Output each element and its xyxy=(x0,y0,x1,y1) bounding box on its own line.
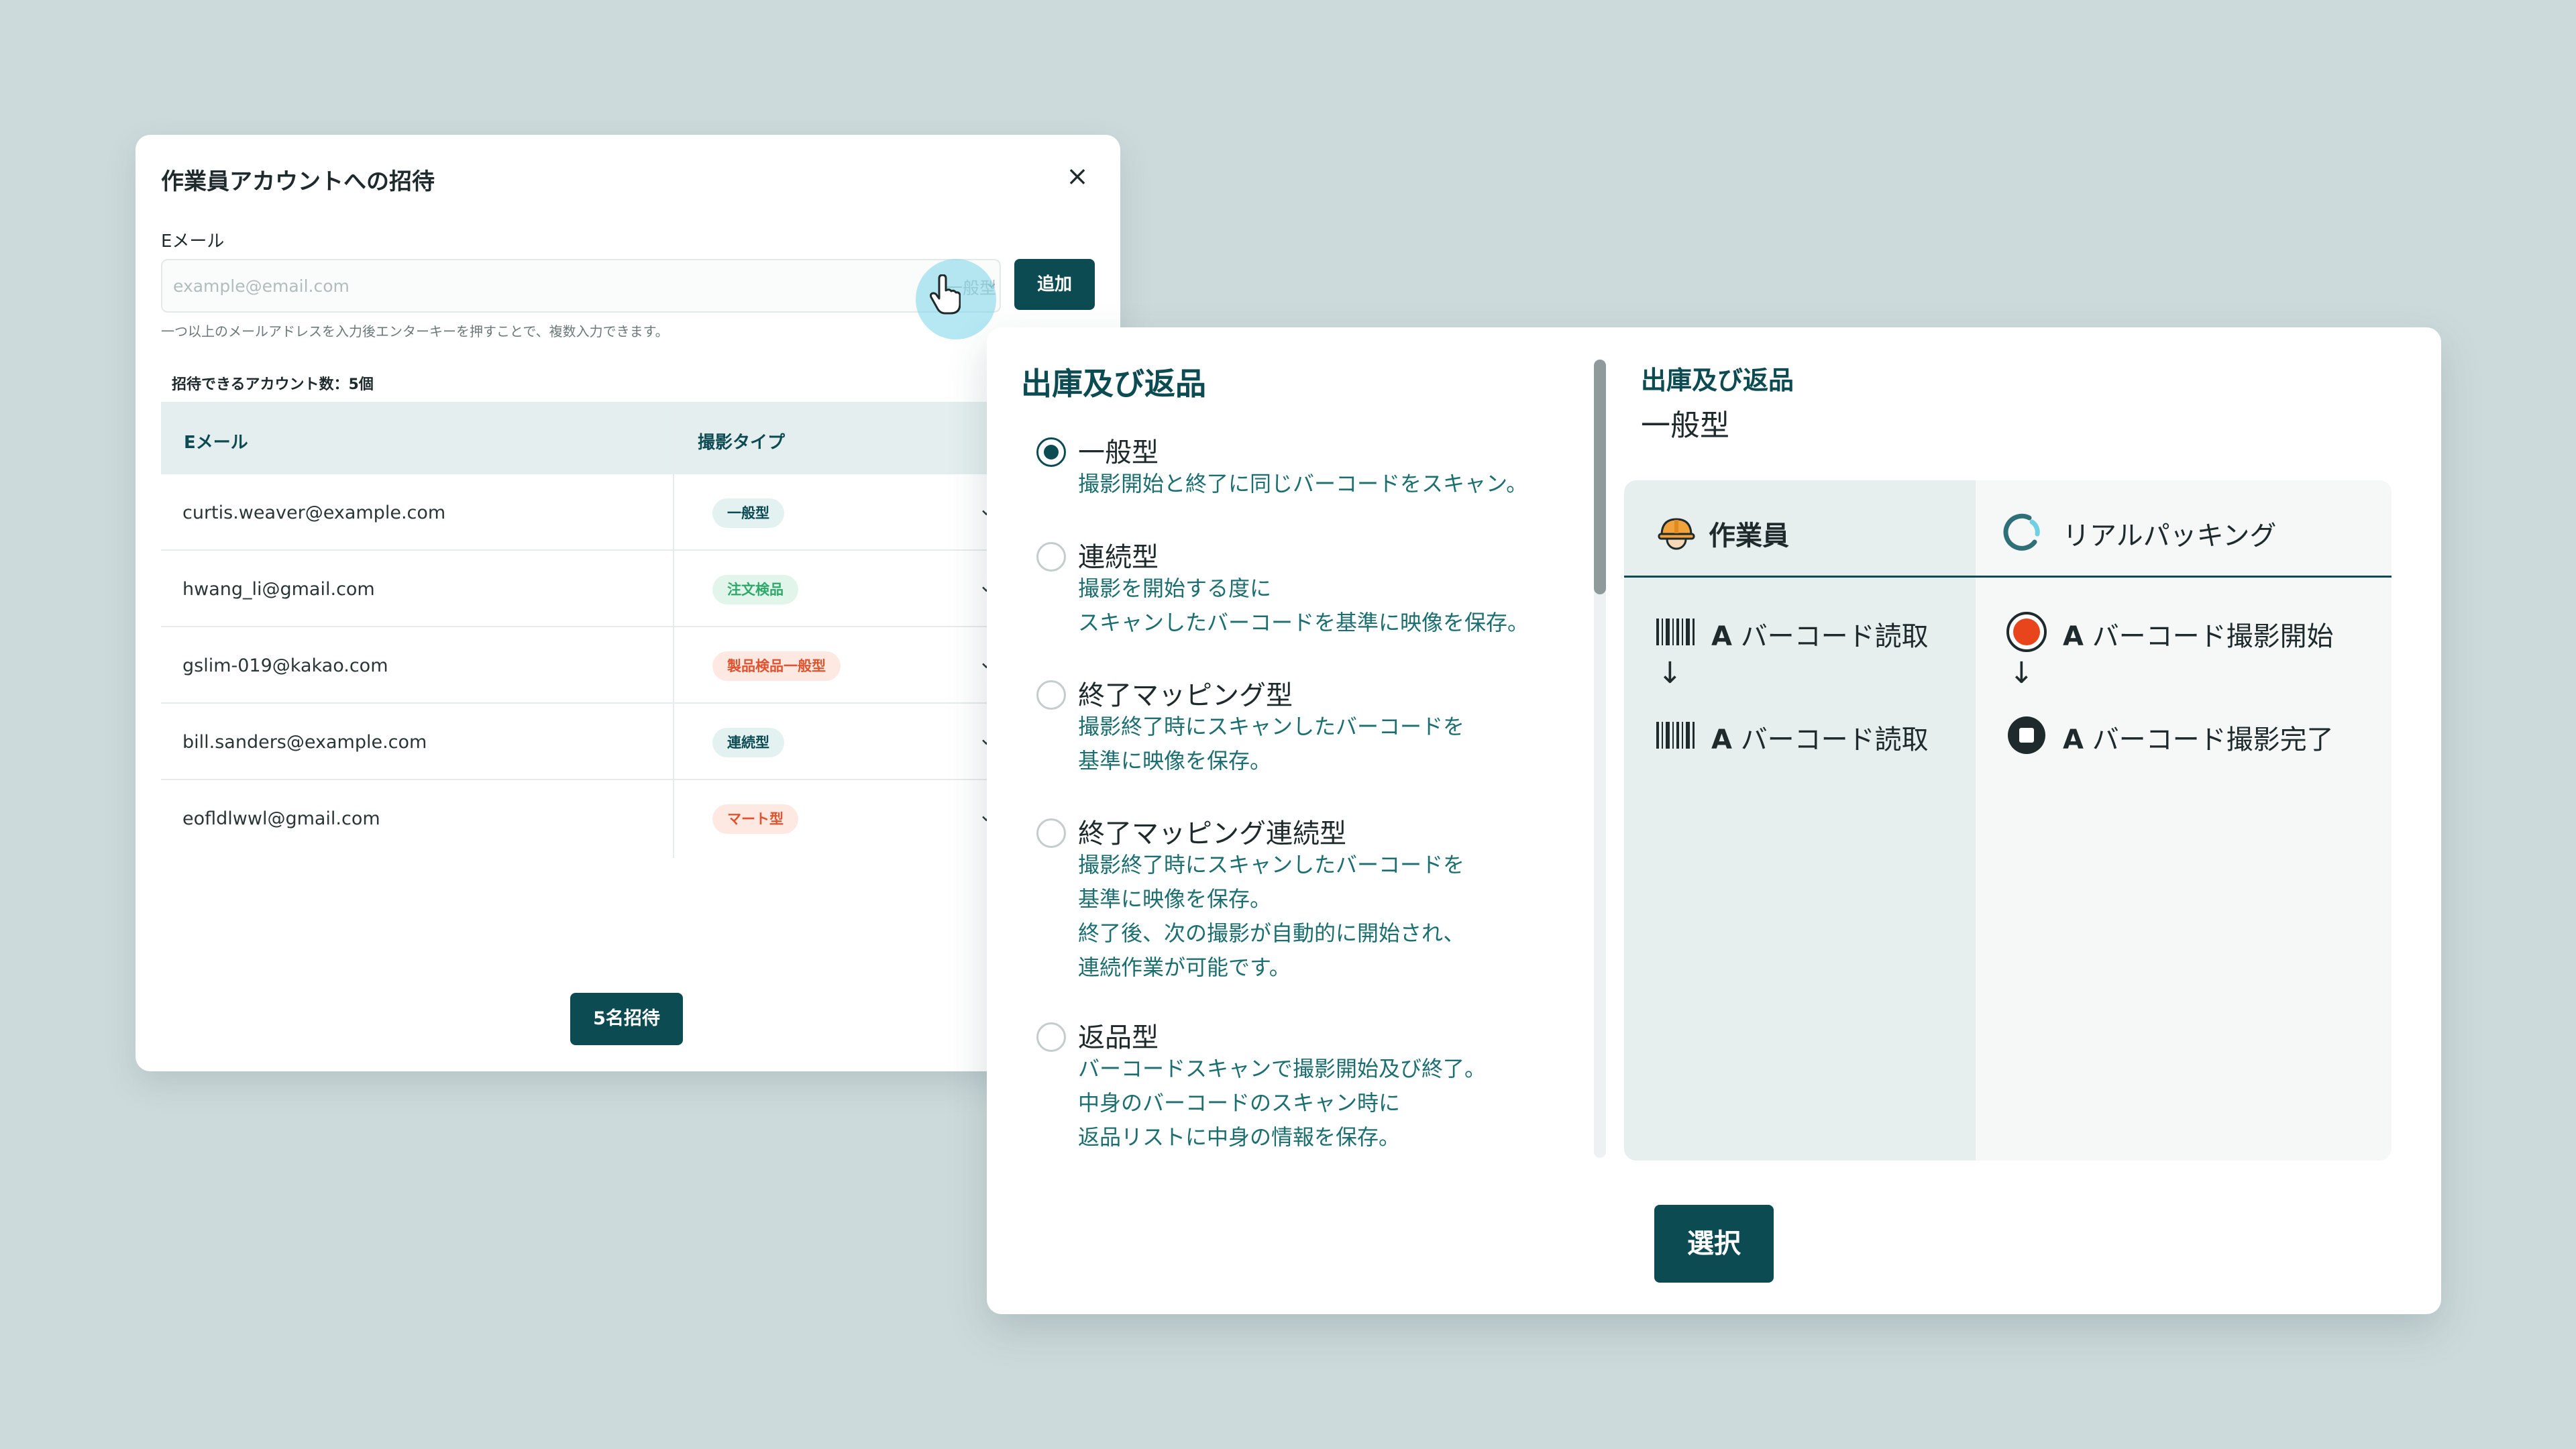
arrow-down-icon: ↓ xyxy=(2009,656,2034,690)
option-name: 終了マッピング型 xyxy=(1078,680,1293,711)
preview-group: 出庫及び返品 xyxy=(1641,366,1794,395)
column-header-email: Eメール xyxy=(184,433,248,453)
row-email: curtis.weaver@example.com xyxy=(182,502,446,523)
realpacking-step-2: A バーコード撮影完了 xyxy=(2063,724,2334,755)
help-text: 一つ以上のメールアドレスを入力後エンターキーを押すことで、複数入力できます。 xyxy=(161,323,669,339)
account-count: 招待できるアカウント数：5個 xyxy=(172,376,374,393)
barcode-icon xyxy=(1656,619,1695,645)
row-email: hwang_li@gmail.com xyxy=(182,579,375,600)
option-description: バーコードスキャンで撮影開始及び終了。 中身のバーコードのスキャン時に 返品リス… xyxy=(1078,1056,1487,1150)
table-row: hwang_li@gmail.com 注文検品 ⌄ xyxy=(161,551,1008,627)
radio-button[interactable] xyxy=(1036,680,1066,710)
option-name: 一般型 xyxy=(1078,437,1159,468)
row-email: eofldlwwl@gmail.com xyxy=(182,808,380,829)
add-button[interactable]: 追加 xyxy=(1014,259,1095,310)
arrow-down-icon: ↓ xyxy=(1658,656,1682,690)
type-badge[interactable]: 連続型 xyxy=(712,728,784,757)
email-input[interactable]: example@email.com 一般型 ⌄ xyxy=(161,259,1001,313)
column-header-type: 撮影タイプ xyxy=(698,433,786,453)
option-description: 撮影終了時にスキャンしたバーコードを 基準に映像を保存。 終了後、次の撮影が自動… xyxy=(1078,852,1465,980)
radio-button[interactable] xyxy=(1036,437,1066,467)
table-row: bill.sanders@example.com 連続型 ⌄ xyxy=(161,704,1008,780)
row-email: gslim-019@kakao.com xyxy=(182,655,388,676)
option-name: 返品型 xyxy=(1078,1022,1159,1053)
select-button[interactable]: 選択 xyxy=(1654,1205,1774,1283)
table-row: curtis.weaver@example.com 一般型 ⌄ xyxy=(161,474,1008,551)
realpacking-label: リアルパッキング xyxy=(2063,521,2277,551)
shooting-type-dialog: 出庫及び返品 一般型 撮影開始と終了に同じバーコードをスキャン。 連続型 撮影を… xyxy=(987,327,2441,1314)
record-start-icon xyxy=(2006,612,2047,652)
invite-dialog: 作業員アカウントへの招待 × Eメール example@email.com 一般… xyxy=(136,135,1120,1071)
record-stop-icon xyxy=(2008,716,2045,754)
option-description: 撮影開始と終了に同じバーコードをスキャン。 xyxy=(1078,471,1528,496)
email-placeholder: example@email.com xyxy=(173,276,350,296)
worker-step-2: A バーコード読取 xyxy=(1711,724,1929,755)
header-divider xyxy=(1624,576,2392,578)
option-name: 終了マッピング連続型 xyxy=(1078,818,1346,849)
worker-helmet-icon xyxy=(1658,518,1695,550)
realpacking-step-1: A バーコード撮影開始 xyxy=(2063,621,2334,652)
type-badge[interactable]: マート型 xyxy=(712,804,798,834)
option-description: 撮影を開始する度に スキャンしたバーコードを基準に映像を保存。 xyxy=(1078,576,1529,635)
option-description: 撮影終了時にスキャンしたバーコードを 基準に映像を保存。 xyxy=(1078,714,1465,773)
email-label: Eメール xyxy=(161,231,225,252)
panel-title: 出庫及び返品 xyxy=(1021,366,1206,402)
worker-step-1: A バーコード読取 xyxy=(1711,621,1929,652)
type-badge[interactable]: 製品検品一般型 xyxy=(712,651,841,681)
option-name: 連続型 xyxy=(1078,542,1159,573)
hand-cursor-icon xyxy=(929,274,961,315)
table-header: Eメール 撮影タイプ xyxy=(161,402,1008,474)
row-email: bill.sanders@example.com xyxy=(182,732,427,753)
close-icon[interactable]: × xyxy=(1063,162,1092,191)
worker-label: 作業員 xyxy=(1709,521,1789,551)
preview-title: 一般型 xyxy=(1641,409,1729,443)
preview-flow: 作業員 リアルパッキング A バーコード読取 ↓ A バーコード読取 A バーコ… xyxy=(1624,480,2392,1161)
scrollbar-thumb[interactable] xyxy=(1594,360,1606,594)
realpacking-column xyxy=(1976,480,2392,1161)
invite-submit-button[interactable]: 5名招待 xyxy=(570,993,683,1045)
worker-column xyxy=(1624,480,1976,1161)
realpacking-logo-icon xyxy=(2003,513,2040,551)
type-badge[interactable]: 注文検品 xyxy=(712,575,798,604)
barcode-icon xyxy=(1656,722,1695,749)
dialog-title: 作業員アカウントへの招待 xyxy=(161,168,435,195)
type-badge[interactable]: 一般型 xyxy=(712,498,784,528)
table-row: eofldlwwl@gmail.com マート型 ⌄ xyxy=(161,780,1008,857)
radio-button[interactable] xyxy=(1036,542,1066,572)
radio-button[interactable] xyxy=(1036,1022,1066,1052)
radio-button[interactable] xyxy=(1036,818,1066,848)
table-row: gslim-019@kakao.com 製品検品一般型 ⌄ xyxy=(161,627,1008,704)
